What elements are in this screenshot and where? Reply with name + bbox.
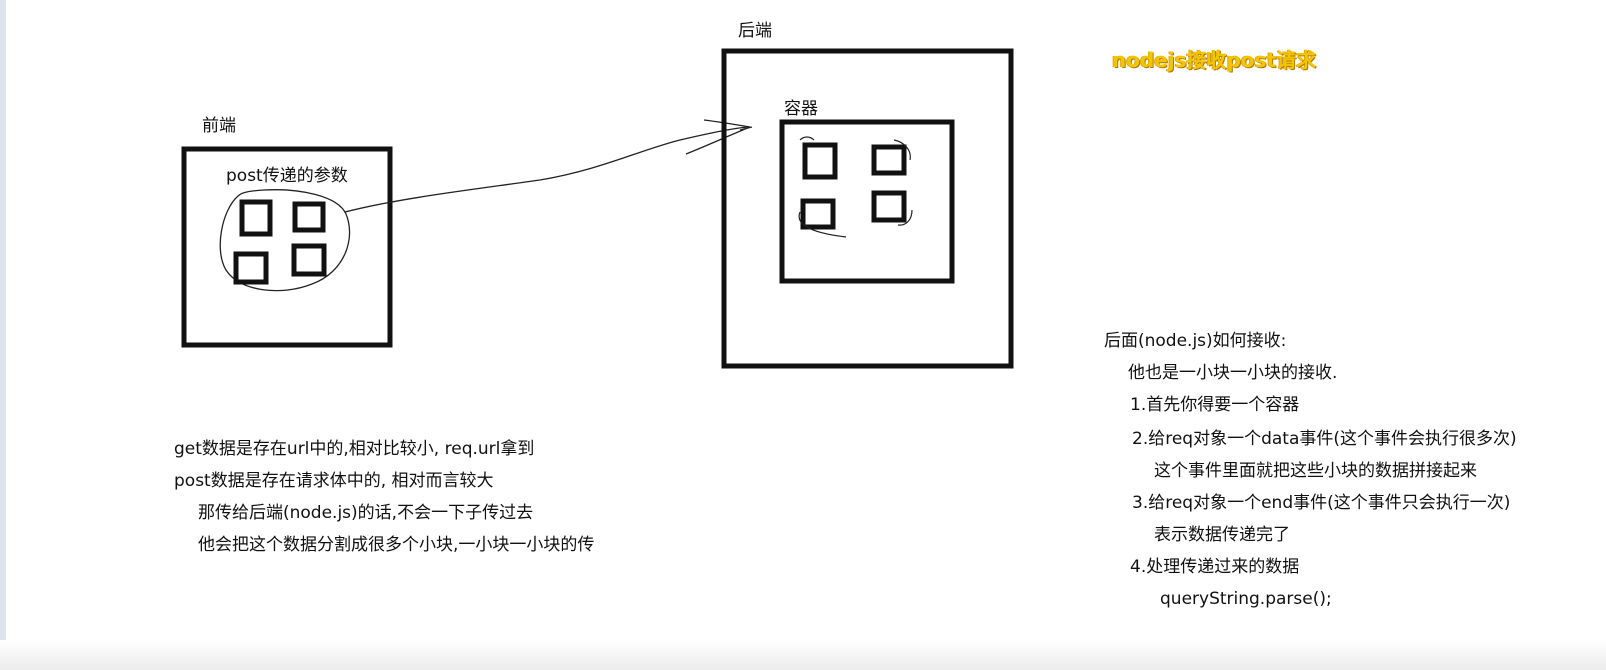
transfer-arrow-line — [344, 126, 749, 213]
frontend-title: 前端 — [202, 116, 236, 136]
right-note-line: 3.给req对象一个end事件(这个事件只会执行一次) — [1132, 493, 1511, 513]
received-chunk-2 — [871, 144, 907, 176]
right-note-line: 1.首先你得要一个容器 — [1130, 395, 1300, 415]
whiteboard-canvas: 前端 post传递的参数 后端 容器 nodejs接收post请求 get数据是… — [0, 0, 1606, 670]
received-chunk-1 — [802, 142, 838, 180]
right-note-line: 表示数据传递完了 — [1154, 525, 1290, 545]
right-note-line: 2.给req对象一个data事件(这个事件会执行很多次) — [1132, 429, 1517, 449]
right-note-line: 他也是一小块一小块的接收. — [1128, 363, 1338, 383]
data-chunk-3 — [233, 251, 269, 285]
right-note-line: 4.处理传递过来的数据 — [1130, 557, 1300, 577]
right-notes: 后面(node.js)如何接收: 他也是一小块一小块的接收. 1.首先你得要一个… — [1104, 325, 1517, 615]
data-chunk-1 — [239, 199, 273, 237]
container-label: 容器 — [784, 99, 818, 119]
params-label: post传递的参数 — [226, 166, 348, 186]
right-note-line: 这个事件里面就把这些小块的数据拼接起来 — [1154, 461, 1477, 481]
left-notes: get数据是存在url中的,相对比较小, req.url拿到 post数据是存在… — [174, 433, 594, 561]
topic-note: nodejs接收post请求 — [1112, 48, 1317, 72]
left-note-line: 他会把这个数据分割成很多个小块,一小块一小块的传 — [198, 535, 595, 555]
received-chunk-4 — [871, 190, 907, 223]
received-chunk-3 — [800, 198, 836, 230]
right-note-line: 后面(node.js)如何接收: — [1104, 331, 1287, 351]
data-chunk-2 — [292, 201, 326, 233]
left-note-line: post数据是存在请求体中的, 相对而言较大 — [174, 471, 494, 491]
right-note-line: queryString.parse(); — [1160, 589, 1332, 609]
left-note-line: get数据是存在url中的,相对比较小, req.url拿到 — [174, 439, 535, 459]
backend-title: 后端 — [738, 21, 772, 41]
left-note-line: 那传给后端(node.js)的话,不会一下子传过去 — [198, 503, 534, 523]
backend-box — [721, 48, 1014, 369]
data-chunk-4 — [291, 243, 327, 277]
